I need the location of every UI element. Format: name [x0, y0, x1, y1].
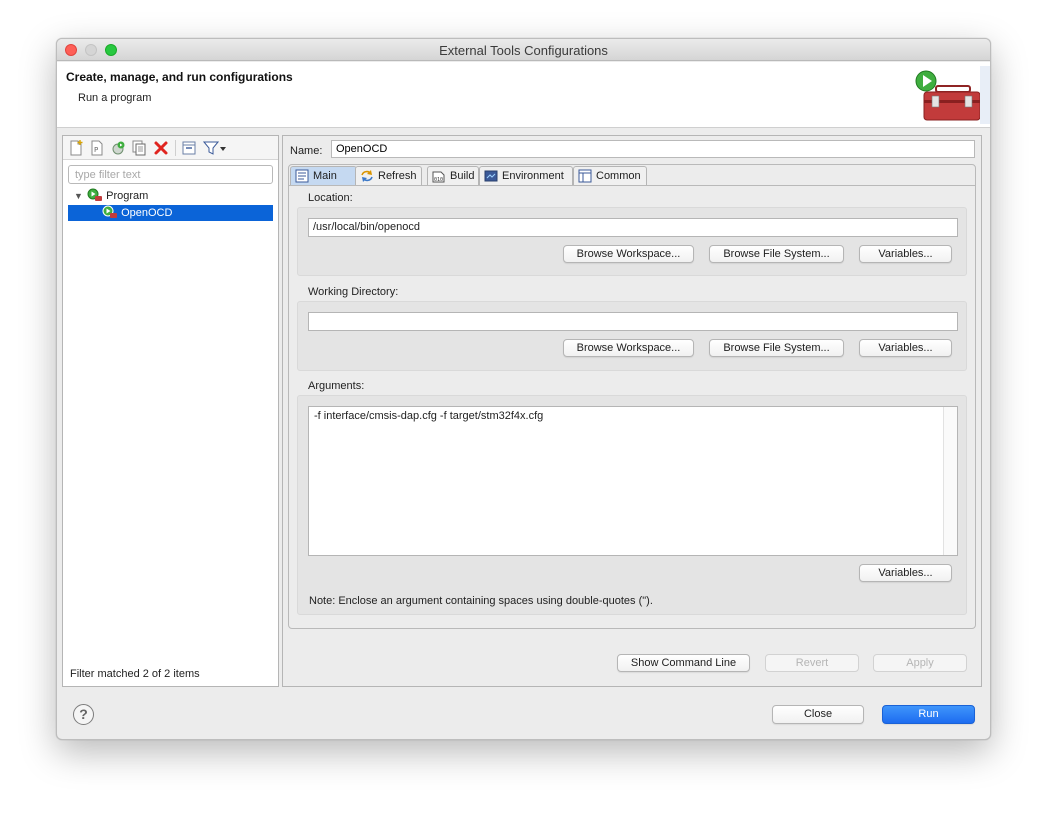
tree-item-label: Program [106, 190, 149, 202]
working-directory-group: Browse Workspace... Browse File System..… [297, 301, 967, 371]
run-button[interactable]: Run [882, 705, 975, 724]
tab-label: Common [596, 170, 641, 182]
filter-input[interactable] [68, 165, 273, 184]
tree-item-program[interactable]: ▼ Program [74, 188, 148, 204]
arguments-variables-button[interactable]: Variables... [859, 564, 952, 582]
environment-icon [484, 170, 498, 182]
tree-item-openocd[interactable]: OpenOCD [68, 205, 273, 221]
chevron-down-icon[interactable] [219, 140, 227, 156]
help-icon[interactable]: ? [73, 704, 94, 725]
browse-workspace-button[interactable]: Browse Workspace... [563, 245, 694, 263]
arguments-text: -f interface/cmsis-dap.cfg -f target/stm… [314, 410, 544, 422]
configuration-list-panel: P ▼ [62, 135, 279, 687]
toolbox-run-icon [915, 66, 990, 124]
toolbar-separator [175, 140, 176, 156]
collapse-all-icon[interactable] [181, 140, 197, 156]
tab-label: Main [313, 170, 337, 182]
svg-text:P: P [94, 146, 98, 154]
tab-main[interactable]: Main [290, 166, 357, 185]
browse-file-system-button[interactable]: Browse File System... [709, 339, 844, 357]
tab-label: Environment [502, 170, 564, 182]
tab-label: Refresh [378, 170, 417, 182]
name-label: Name: [290, 145, 323, 157]
filter-status: Filter matched 2 of 2 items [70, 668, 200, 680]
dialog-header: Create, manage, and run configurations R… [57, 62, 990, 128]
common-icon [578, 169, 592, 183]
program-icon [87, 188, 103, 201]
revert-button[interactable]: Revert [765, 654, 859, 672]
working-directory-field[interactable] [308, 312, 958, 331]
refresh-icon [361, 170, 373, 182]
arguments-textarea[interactable]: -f interface/cmsis-dap.cfg -f target/stm… [308, 406, 958, 556]
browse-file-system-button[interactable]: Browse File System... [709, 245, 844, 263]
tab-refresh[interactable]: Refresh [355, 166, 422, 185]
tree-item-label: OpenOCD [121, 207, 173, 219]
tab-bar: Main Refresh 010 Build Environment Commo… [289, 165, 975, 185]
tab-build[interactable]: 010 Build [427, 166, 479, 185]
arguments-group: -f interface/cmsis-dap.cfg -f target/stm… [297, 395, 967, 615]
browse-workspace-button[interactable]: Browse Workspace... [563, 339, 694, 357]
arguments-scrollbar[interactable] [943, 407, 957, 555]
tab-common[interactable]: Common [573, 166, 647, 185]
header-title: Create, manage, and run configurations [66, 70, 293, 84]
close-button[interactable]: Close [772, 705, 864, 724]
build-icon: 010 [432, 171, 445, 183]
window-title: External Tools Configurations [439, 43, 608, 58]
configuration-editor-panel: Name: Main Refresh [282, 135, 982, 687]
variables-button[interactable]: Variables... [859, 245, 952, 263]
working-directory-label: Working Directory: [308, 286, 399, 298]
location-label: Location: [308, 192, 353, 204]
delete-icon[interactable] [153, 140, 169, 156]
configuration-toolbar: P [63, 136, 278, 160]
arguments-note: Note: Enclose an argument containing spa… [309, 595, 653, 607]
tab-environment[interactable]: Environment [479, 166, 573, 185]
title-bar[interactable]: External Tools Configurations [57, 39, 990, 61]
location-field[interactable]: /usr/local/bin/openocd [308, 218, 958, 237]
program-icon [102, 205, 117, 218]
arguments-label: Arguments: [308, 380, 365, 392]
location-group: /usr/local/bin/openocd Browse Workspace.… [297, 207, 967, 276]
variables-button[interactable]: Variables... [859, 339, 952, 357]
tree-expand-icon[interactable]: ▼ [74, 188, 84, 204]
export-icon[interactable] [110, 140, 126, 156]
header-subtitle: Run a program [78, 92, 152, 104]
tab-folder: Main Refresh 010 Build Environment Commo… [288, 164, 976, 629]
duplicate-icon[interactable] [131, 140, 147, 156]
new-prototype-icon[interactable]: P [89, 140, 105, 156]
svg-text:010: 010 [434, 177, 443, 183]
external-tools-dialog: External Tools Configurations Create, ma… [56, 38, 991, 740]
filter-icon[interactable] [203, 140, 219, 156]
main-tab-content: Location: /usr/local/bin/openocd Browse … [289, 185, 975, 628]
apply-button[interactable]: Apply [873, 654, 967, 672]
main-tab-icon [295, 169, 309, 183]
show-command-line-button[interactable]: Show Command Line [617, 654, 750, 672]
tab-label: Build [450, 170, 475, 182]
name-field[interactable] [331, 140, 975, 158]
new-configuration-icon[interactable] [68, 140, 84, 156]
